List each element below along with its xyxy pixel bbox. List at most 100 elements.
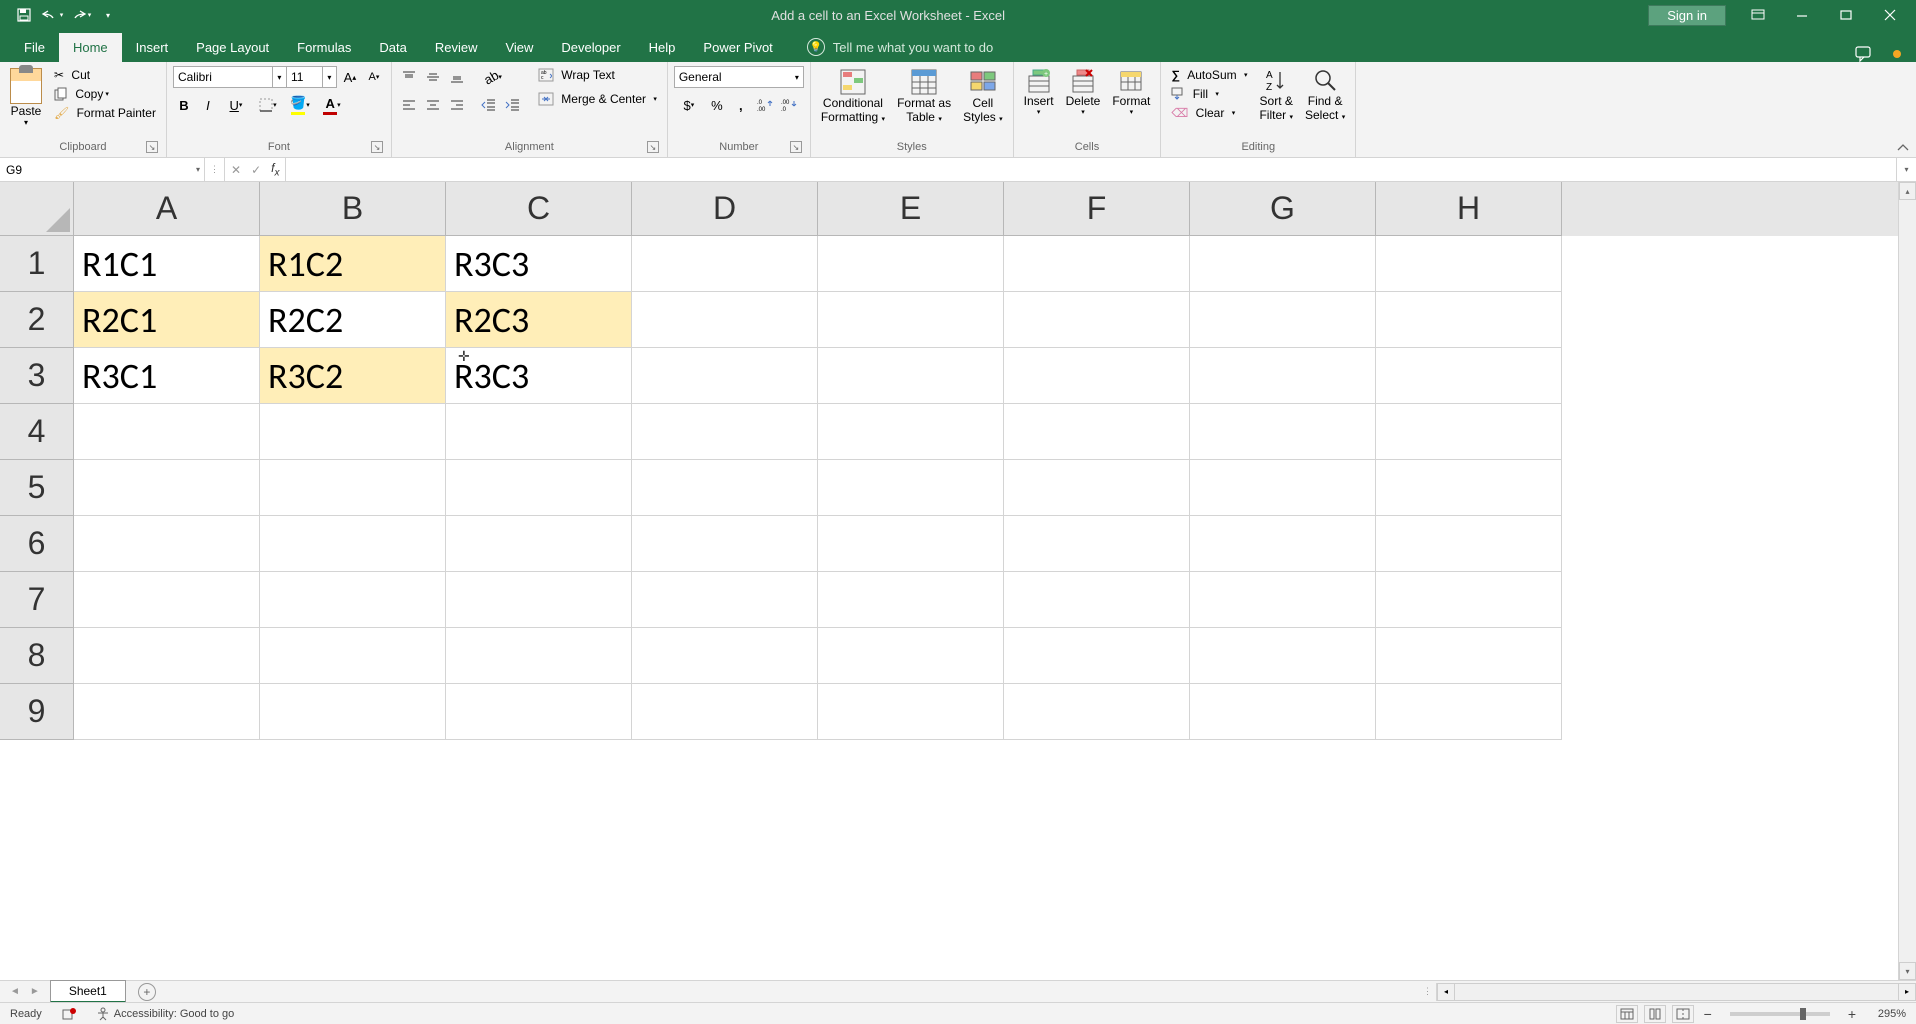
cell[interactable]: [1004, 628, 1190, 684]
cell[interactable]: [632, 684, 818, 740]
cell[interactable]: [818, 460, 1004, 516]
row-header[interactable]: 8: [0, 628, 74, 684]
page-break-view-icon[interactable]: [1672, 1005, 1694, 1023]
row-header[interactable]: 3: [0, 348, 74, 404]
cell[interactable]: [74, 516, 260, 572]
name-box-input[interactable]: [6, 163, 198, 177]
cell[interactable]: [818, 404, 1004, 460]
cell[interactable]: [818, 684, 1004, 740]
cell[interactable]: R3C1: [74, 348, 260, 404]
cell[interactable]: [818, 236, 1004, 292]
cell[interactable]: [1376, 516, 1562, 572]
cell[interactable]: [818, 572, 1004, 628]
macro-record-icon[interactable]: [62, 1007, 76, 1021]
cell[interactable]: [260, 628, 446, 684]
format-painter-button[interactable]: 🖌 Format Painter: [50, 104, 160, 122]
font-name-input[interactable]: [173, 66, 273, 88]
cell[interactable]: [260, 684, 446, 740]
cell[interactable]: [446, 572, 632, 628]
column-header[interactable]: H: [1376, 182, 1562, 236]
align-left-icon[interactable]: [398, 94, 420, 116]
cell[interactable]: [818, 348, 1004, 404]
cell[interactable]: [632, 292, 818, 348]
cell[interactable]: [260, 404, 446, 460]
cell[interactable]: [260, 516, 446, 572]
column-header[interactable]: E: [818, 182, 1004, 236]
enter-formula-icon[interactable]: ✓: [251, 163, 261, 177]
cell[interactable]: [1004, 572, 1190, 628]
decrease-font-icon[interactable]: A▾: [363, 66, 385, 88]
cell[interactable]: [446, 404, 632, 460]
cell[interactable]: [74, 572, 260, 628]
cell[interactable]: [260, 460, 446, 516]
cut-button[interactable]: ✂ Cut: [50, 66, 160, 84]
new-sheet-button[interactable]: +: [138, 983, 156, 1001]
bold-button[interactable]: B: [173, 94, 195, 116]
tell-me-search[interactable]: 💡 Tell me what you want to do: [807, 32, 993, 62]
ribbon-display-icon[interactable]: [1746, 3, 1770, 27]
borders-button[interactable]: ▾: [253, 94, 283, 116]
page-layout-view-icon[interactable]: [1644, 1005, 1666, 1023]
maximize-icon[interactable]: [1834, 3, 1858, 27]
column-header[interactable]: B: [260, 182, 446, 236]
sheet-nav-next-icon[interactable]: ►: [30, 986, 40, 997]
signin-button[interactable]: Sign in: [1648, 5, 1726, 26]
cell[interactable]: [446, 516, 632, 572]
format-as-table-button[interactable]: Format as Table ▾: [893, 66, 955, 126]
sheet-nav-prev-icon[interactable]: ◄: [10, 986, 20, 997]
cell[interactable]: [1004, 348, 1190, 404]
accounting-format-button[interactable]: $ ▾: [674, 94, 704, 116]
clear-button[interactable]: ⌫ Clear ▾: [1167, 104, 1251, 122]
collapse-ribbon-icon[interactable]: [1896, 143, 1910, 153]
cell[interactable]: [1376, 684, 1562, 740]
cell[interactable]: [818, 516, 1004, 572]
alignment-launcher-icon[interactable]: ↘: [647, 141, 659, 153]
tab-developer[interactable]: Developer: [547, 33, 634, 62]
increase-font-icon[interactable]: A▴: [339, 66, 361, 88]
cell[interactable]: [1376, 460, 1562, 516]
align-top-icon[interactable]: [398, 66, 420, 88]
vertical-scrollbar[interactable]: ▴ ▾: [1898, 182, 1916, 980]
cell[interactable]: [260, 572, 446, 628]
cell[interactable]: R2C2: [260, 292, 446, 348]
cell[interactable]: [74, 628, 260, 684]
fx-button[interactable]: fx: [271, 161, 279, 178]
row-header[interactable]: 7: [0, 572, 74, 628]
number-format-dropdown[interactable]: General▾: [674, 66, 804, 88]
cell[interactable]: [1190, 348, 1376, 404]
cell[interactable]: [1190, 236, 1376, 292]
cell[interactable]: [1376, 404, 1562, 460]
cell[interactable]: R1C2: [260, 236, 446, 292]
cell[interactable]: [1376, 348, 1562, 404]
name-box[interactable]: ▾: [0, 158, 205, 181]
copy-button[interactable]: Copy ▾: [50, 85, 160, 103]
delete-cells-button[interactable]: Delete ▾: [1062, 66, 1105, 118]
tab-view[interactable]: View: [491, 33, 547, 62]
cell[interactable]: [632, 460, 818, 516]
cell[interactable]: [632, 348, 818, 404]
zoom-out-button[interactable]: −: [1700, 1006, 1716, 1022]
column-header[interactable]: F: [1004, 182, 1190, 236]
underline-button[interactable]: U ▾: [221, 94, 251, 116]
save-icon[interactable]: [12, 3, 36, 27]
minimize-icon[interactable]: [1790, 3, 1814, 27]
cell[interactable]: [1190, 628, 1376, 684]
cell[interactable]: [74, 684, 260, 740]
cell[interactable]: [1376, 292, 1562, 348]
cell[interactable]: [1190, 684, 1376, 740]
row-header[interactable]: 1: [0, 236, 74, 292]
cell[interactable]: [632, 236, 818, 292]
formula-input[interactable]: [286, 158, 1896, 181]
cell[interactable]: [1376, 572, 1562, 628]
autosum-button[interactable]: ∑ AutoSum ▾: [1167, 66, 1251, 84]
cell[interactable]: [74, 404, 260, 460]
percent-format-button[interactable]: %: [706, 94, 728, 116]
tab-insert[interactable]: Insert: [122, 33, 183, 62]
cell[interactable]: [1190, 572, 1376, 628]
normal-view-icon[interactable]: [1616, 1005, 1638, 1023]
column-header[interactable]: C: [446, 182, 632, 236]
horizontal-scrollbar[interactable]: ◂ ▸: [1436, 983, 1916, 1001]
fill-button[interactable]: Fill ▾: [1167, 85, 1251, 103]
cell[interactable]: [1190, 516, 1376, 572]
align-right-icon[interactable]: [446, 94, 468, 116]
